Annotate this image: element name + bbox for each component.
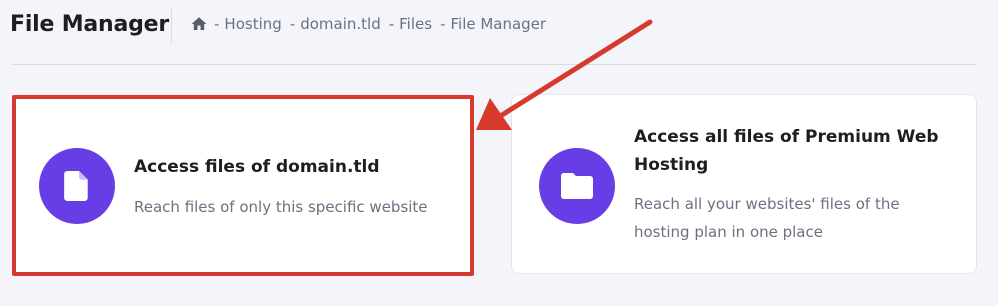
file-icon (39, 148, 115, 224)
access-all-files-card[interactable]: Access all files of Premium Web Hosting … (511, 94, 977, 274)
breadcrumb-item-hosting[interactable]: - Hosting (214, 15, 282, 33)
breadcrumb-item-domain[interactable]: - domain.tld (290, 15, 381, 33)
access-domain-files-card[interactable]: Access files of domain.tld Reach files o… (12, 95, 474, 276)
breadcrumb-item-files[interactable]: - Files (389, 15, 432, 33)
home-icon[interactable] (190, 15, 208, 33)
page-title: File Manager (10, 12, 170, 37)
card-title: Access files of domain.tld (134, 157, 380, 177)
folder-icon (539, 148, 615, 224)
card-description: Reach files of only this specific websit… (134, 198, 428, 216)
title-divider (171, 8, 172, 44)
breadcrumb-item-file-manager: - File Manager (440, 15, 547, 33)
card-title: Access all files of Premium Web Hosting (634, 127, 939, 175)
card-description: Reach all your websites' files of the ho… (634, 195, 900, 241)
breadcrumb: - Hosting - domain.tld - Files - File Manage… (190, 15, 554, 33)
page-header: File Manager - Hosting - domain.tld - Files… (0, 0, 998, 60)
header-divider (12, 64, 977, 65)
